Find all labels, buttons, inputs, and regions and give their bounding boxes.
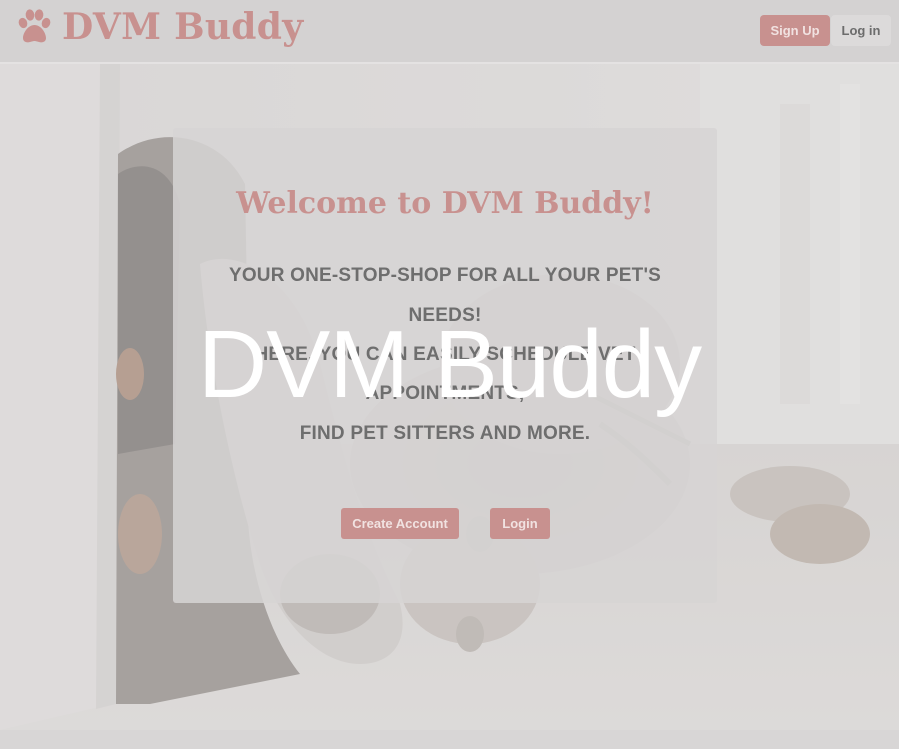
tagline-line-1: YOUR ONE-STOP-SHOP FOR ALL YOUR PET'S [228,265,662,286]
sign-up-button[interactable]: Sign Up [760,15,830,46]
brand-name: DVM Buddy [62,6,304,48]
footer-strip [0,730,899,749]
login-button[interactable]: Login [490,508,550,539]
create-account-button[interactable]: Create Account [341,508,459,539]
welcome-heading: Welcome to DVM Buddy! [236,186,654,221]
site-header: DVM Buddy Sign Up Log in [0,0,899,64]
log-in-button[interactable]: Log in [831,15,891,46]
paw-icon [18,9,51,43]
tagline-line-5: FIND PET SITTERS AND MORE. [299,423,591,444]
overlay-title: DVM Buddy [197,311,702,418]
brand[interactable]: DVM Buddy [14,6,303,48]
